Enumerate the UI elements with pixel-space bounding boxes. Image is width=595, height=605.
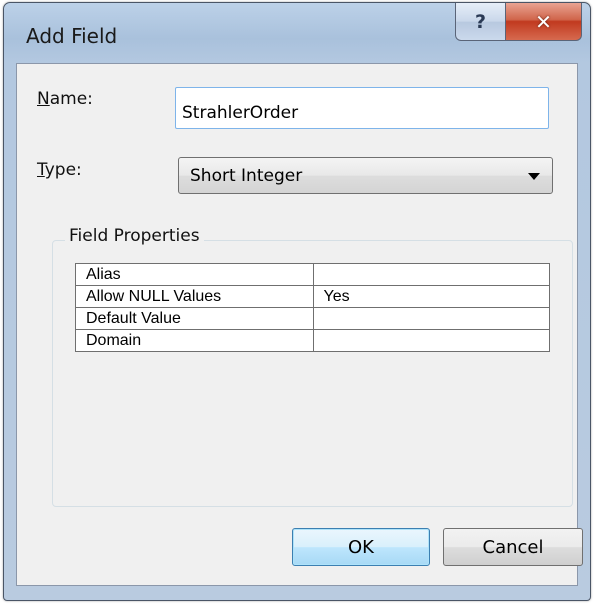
cancel-button[interactable]: Cancel: [443, 528, 583, 566]
help-icon: ?: [474, 10, 487, 33]
table-row[interactable]: Allow NULL Values Yes: [75, 285, 551, 308]
title-bar-buttons: ? ✕: [455, 3, 582, 41]
close-icon: ✕: [535, 9, 552, 34]
type-label: Type:: [37, 160, 82, 180]
table-row[interactable]: Default Value: [75, 307, 551, 330]
property-name-cell: Alias: [75, 263, 314, 286]
table-row[interactable]: Alias: [75, 263, 551, 286]
help-button[interactable]: ?: [455, 3, 506, 41]
field-properties-title: Field Properties: [65, 226, 204, 246]
property-value-cell[interactable]: [312, 329, 551, 352]
add-field-dialog: Add Field ? ✕ Name: Type: Short Integer …: [3, 2, 591, 601]
close-button[interactable]: ✕: [506, 3, 582, 41]
property-value-cell[interactable]: [312, 307, 551, 330]
property-name-cell: Default Value: [75, 307, 314, 330]
property-value-cell[interactable]: [312, 263, 551, 286]
dialog-title: Add Field: [26, 24, 118, 48]
name-label: Name:: [37, 89, 93, 109]
type-dropdown[interactable]: Short Integer: [178, 157, 553, 194]
table-row[interactable]: Domain: [75, 329, 551, 352]
property-name-cell: Allow NULL Values: [75, 285, 314, 308]
title-bar[interactable]: Add Field ? ✕: [4, 3, 590, 63]
dialog-body: Name: Type: Short Integer Field Properti…: [16, 63, 583, 586]
type-selected-value: Short Integer: [190, 166, 303, 186]
property-name-cell: Domain: [75, 329, 314, 352]
name-field[interactable]: [175, 87, 549, 129]
chevron-down-icon: [528, 173, 540, 180]
property-value-cell[interactable]: Yes: [312, 285, 551, 308]
ok-button[interactable]: OK: [292, 528, 430, 566]
field-properties-table: Alias Allow NULL Values Yes Default Valu…: [75, 263, 551, 352]
